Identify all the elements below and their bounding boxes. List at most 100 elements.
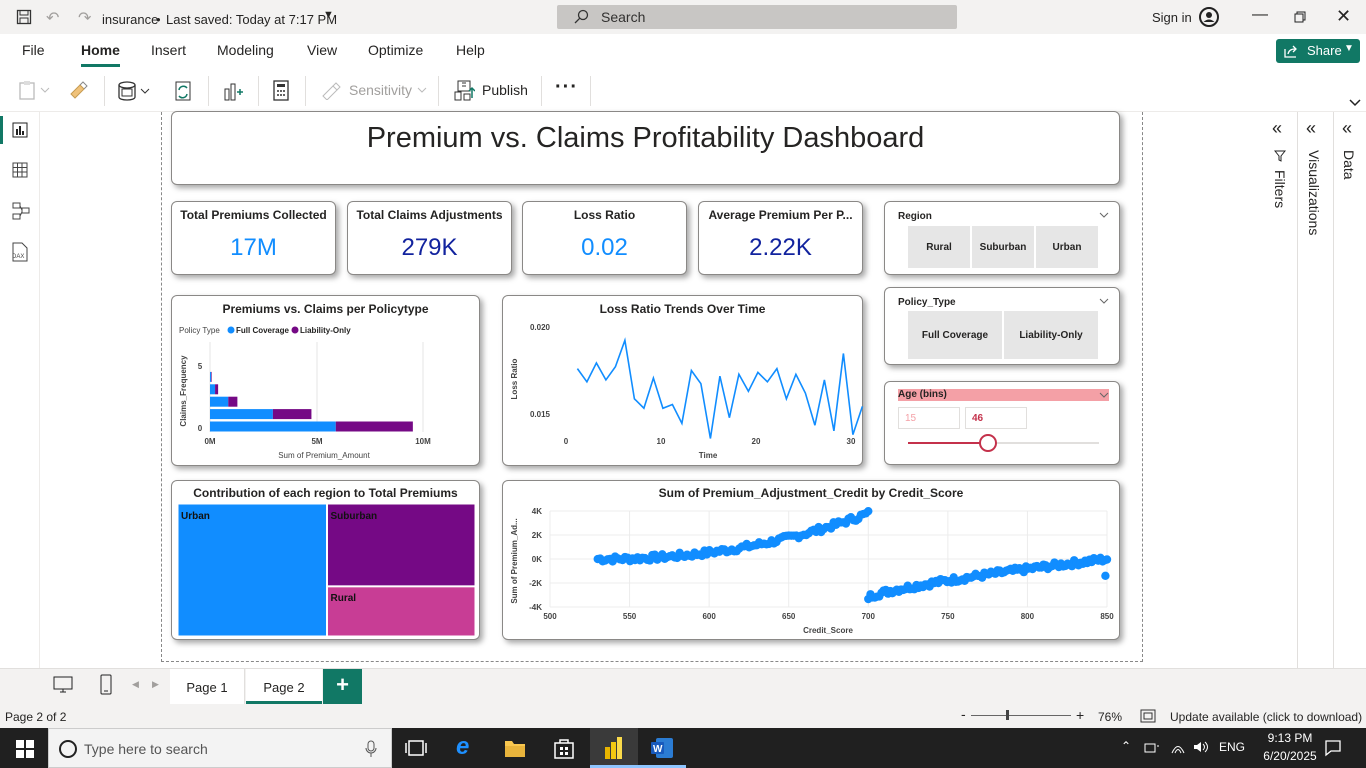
dax-query-view-icon[interactable]: DAX [10, 242, 30, 262]
chevron-down-icon[interactable] [1099, 211, 1109, 219]
microphone-icon[interactable] [365, 740, 377, 758]
zoom-out-button[interactable]: - [961, 706, 966, 722]
region-contribution-treemap[interactable]: Contribution of each region to Total Pre… [171, 480, 480, 640]
x-tick: 0 [564, 437, 569, 446]
undo-icon[interactable]: ↶ [46, 8, 59, 28]
search-box[interactable]: Search [557, 5, 957, 29]
collapse-ribbon-icon[interactable] [1349, 99, 1361, 107]
new-visual-icon[interactable] [222, 80, 244, 102]
fit-to-page-icon[interactable] [1140, 709, 1156, 723]
desktop-layout-icon[interactable] [52, 675, 74, 695]
zoom-slider-thumb[interactable] [1006, 710, 1009, 720]
slicer-option-rural[interactable]: Rural [908, 226, 970, 268]
report-view-icon[interactable] [12, 122, 28, 138]
table-view-icon[interactable] [12, 162, 28, 178]
file-explorer-icon[interactable] [504, 738, 526, 758]
visualizations-pane-label[interactable]: Visualizations [1306, 150, 1322, 235]
microsoft-store-icon[interactable] [553, 737, 575, 759]
windows-start-icon[interactable] [16, 740, 34, 758]
age-bins-slicer[interactable]: Age (bins) 15 46 [884, 381, 1120, 465]
menu-help[interactable]: Help [456, 42, 485, 58]
age-max-input[interactable]: 46 [965, 407, 1027, 429]
calculator-icon[interactable] [272, 80, 290, 102]
account-icon[interactable] [1199, 7, 1219, 27]
premiums-vs-claims-chart[interactable]: Premiums vs. Claims per Policytype Polic… [171, 295, 480, 466]
region-slicer[interactable]: Region Rural Suburban Urban [884, 201, 1120, 275]
format-painter-icon[interactable] [68, 80, 88, 100]
menu-home[interactable]: Home [81, 42, 120, 58]
update-available-link[interactable]: Update available (click to download) [1170, 710, 1362, 724]
refresh-icon[interactable] [174, 80, 194, 102]
more-options-button[interactable]: ··· [555, 76, 578, 99]
show-hidden-icons[interactable]: ⌃ [1121, 739, 1131, 753]
loss-ratio-trend-chart[interactable]: Loss Ratio Trends Over Time 0.020 0.015 … [502, 295, 864, 466]
notifications-icon[interactable] [1324, 739, 1342, 757]
sensitivity-icon[interactable] [321, 80, 341, 100]
zoom-level[interactable]: 76% [1098, 710, 1122, 724]
page-tab-2[interactable]: Page 2 [246, 669, 322, 704]
model-view-icon[interactable] [12, 202, 30, 220]
chevron-down-icon[interactable]: ▼ [323, 9, 334, 21]
taskbar-search-box[interactable]: Type here to search [48, 728, 392, 768]
network-device-icon[interactable] [1144, 741, 1160, 755]
scroll-right-icon[interactable]: ▶ [152, 679, 159, 690]
clock-date[interactable]: 6/20/2025 [1257, 749, 1323, 763]
kpi-card-loss-ratio[interactable]: Loss Ratio 0.02 [522, 201, 687, 275]
policy-type-slicer[interactable]: Policy_Type Full Coverage Liability-Only [884, 287, 1120, 365]
publish-icon[interactable] [453, 80, 475, 102]
zoom-slider-track[interactable] [971, 715, 1071, 716]
clock-time[interactable]: 9:13 PM [1260, 731, 1320, 745]
menu-file[interactable]: File [22, 42, 45, 58]
zoom-in-button[interactable]: + [1076, 707, 1084, 723]
minimize-icon[interactable]: — [1252, 6, 1268, 24]
age-min-input[interactable]: 15 [898, 407, 960, 429]
data-pane-label[interactable]: Data [1341, 150, 1357, 180]
title-card[interactable]: Premium vs. Claims Profitability Dashboa… [171, 111, 1120, 185]
slicer-option-full-coverage[interactable]: Full Coverage [908, 311, 1002, 359]
save-icon[interactable] [16, 9, 32, 25]
share-button[interactable]: Share ▼ [1276, 39, 1360, 63]
add-page-button[interactable]: + [323, 669, 362, 704]
chevron-down-icon[interactable] [1099, 391, 1109, 399]
restore-icon[interactable] [1294, 11, 1306, 23]
x-tick: 500 [543, 612, 557, 621]
file-name[interactable]: insurance [102, 12, 158, 27]
kpi-card-total-claims[interactable]: Total Claims Adjustments 279K [347, 201, 512, 275]
sensitivity-label[interactable]: Sensitivity [349, 82, 412, 98]
menu-insert[interactable]: Insert [151, 42, 186, 58]
x-tick: 550 [623, 612, 637, 621]
expand-filters-icon[interactable]: « [1272, 118, 1282, 139]
language-indicator[interactable]: ENG [1219, 740, 1245, 754]
expand-visualizations-icon[interactable]: « [1306, 118, 1316, 139]
expand-data-icon[interactable]: « [1342, 118, 1352, 139]
mobile-layout-icon[interactable] [99, 674, 113, 696]
page-tab-1[interactable]: Page 1 [170, 669, 245, 704]
publish-button[interactable]: Publish [482, 82, 528, 98]
redo-icon[interactable]: ↷ [78, 8, 91, 28]
kpi-card-total-premiums[interactable]: Total Premiums Collected 17M [171, 201, 336, 275]
word-taskbar-button[interactable]: W [638, 728, 686, 768]
scroll-left-icon[interactable]: ◀ [132, 679, 139, 690]
paste-icon[interactable] [18, 80, 52, 100]
age-slider-track[interactable] [908, 434, 1099, 452]
menu-view[interactable]: View [307, 42, 337, 58]
slicer-option-suburban[interactable]: Suburban [972, 226, 1034, 268]
slicer-option-liability-only[interactable]: Liability-Only [1004, 311, 1098, 359]
menu-modeling[interactable]: Modeling [217, 42, 274, 58]
volume-icon[interactable] [1193, 740, 1209, 754]
chevron-down-icon[interactable] [1099, 297, 1109, 305]
edge-browser-icon[interactable]: e [456, 733, 469, 761]
sign-in-link[interactable]: Sign in [1152, 10, 1192, 25]
kpi-card-average-premium[interactable]: Average Premium Per P... 2.22K [698, 201, 863, 275]
close-icon[interactable]: ✕ [1336, 6, 1351, 27]
age-slider-thumb[interactable] [979, 434, 998, 452]
saved-status[interactable]: Last saved: Today at 7:17 PM [166, 12, 337, 27]
premium-adjustment-scatter-chart[interactable]: Sum of Premium_Adjustment_Credit by Cred… [502, 480, 1120, 640]
filters-pane-label[interactable]: Filters [1272, 170, 1288, 208]
slicer-option-urban[interactable]: Urban [1036, 226, 1098, 268]
wifi-icon[interactable] [1170, 740, 1186, 754]
menu-optimize[interactable]: Optimize [368, 42, 423, 58]
power-bi-taskbar-button[interactable] [590, 728, 638, 768]
task-view-icon[interactable] [405, 739, 427, 757]
data-source-icon[interactable] [117, 80, 153, 102]
